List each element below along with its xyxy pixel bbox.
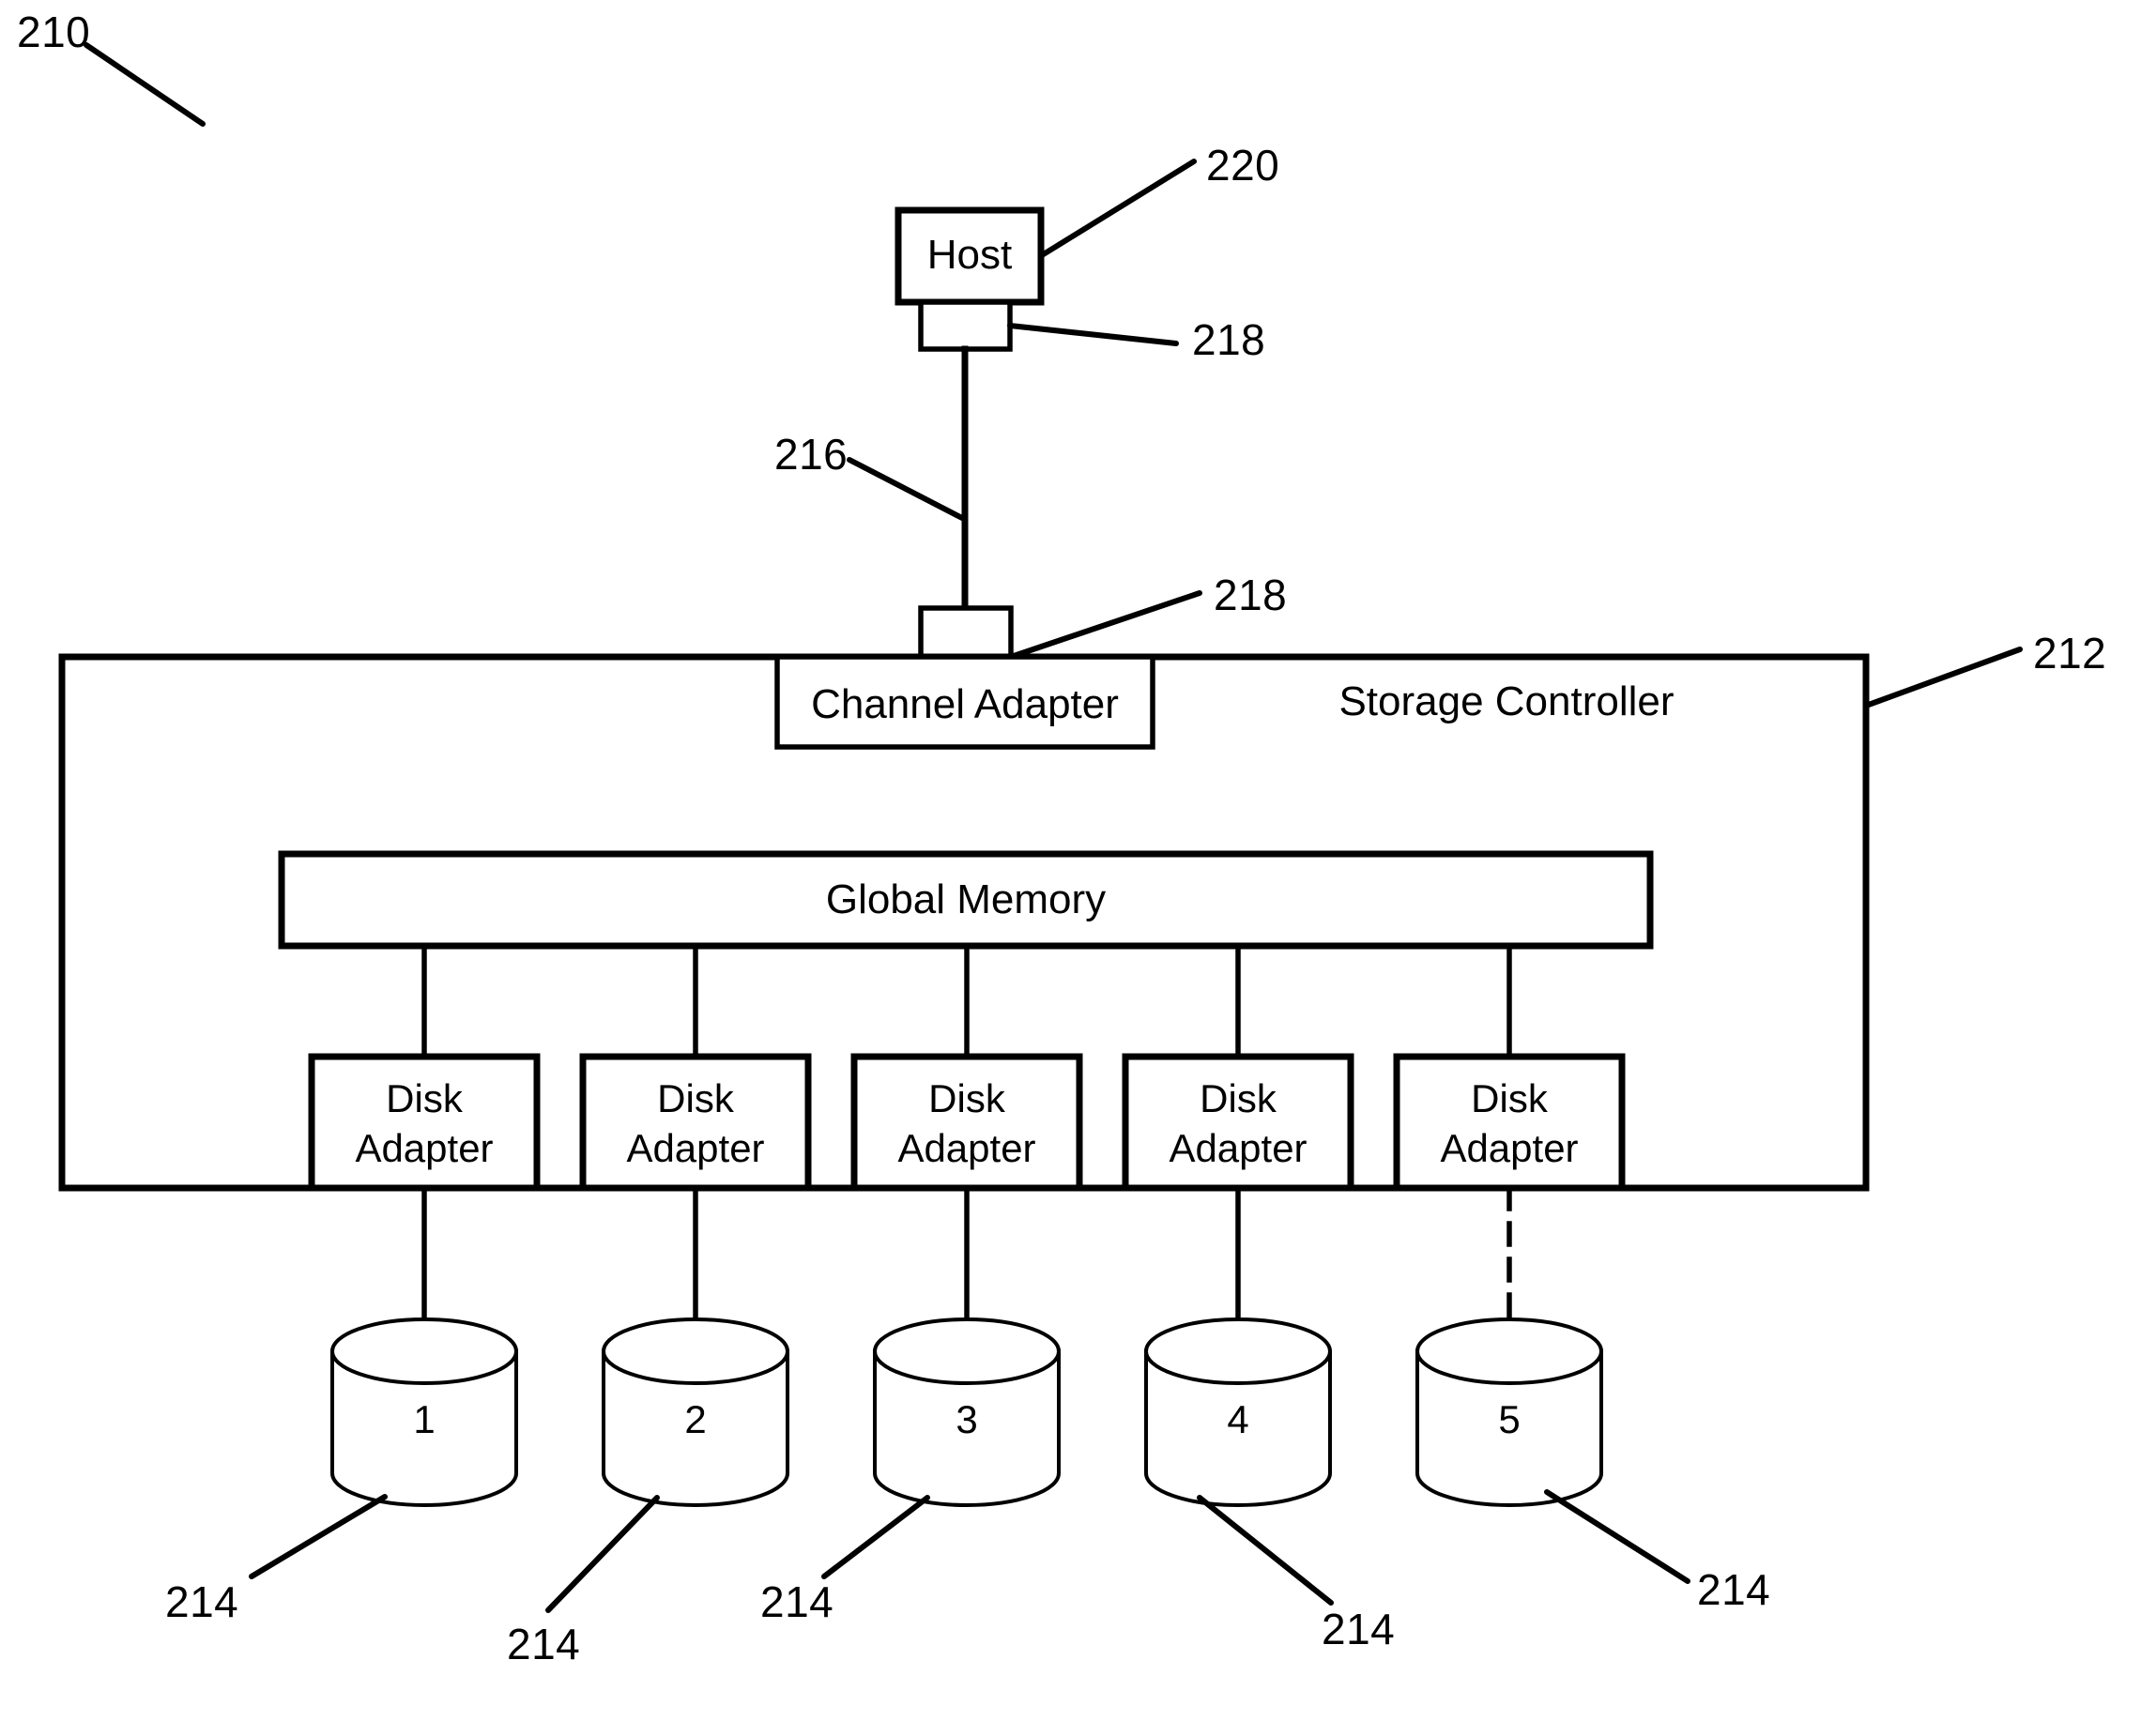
disk-adapter-1: Disk Adapter — [308, 1053, 541, 1192]
controller-adapter-box — [918, 605, 1014, 660]
host-adapter-box — [918, 299, 1013, 352]
host-label: Host — [927, 232, 1012, 278]
ref-214-label-3: 214 — [760, 1577, 833, 1626]
disk-adapter-3-line2: Adapter — [897, 1126, 1035, 1170]
disk-adapter-5: Disk Adapter — [1393, 1053, 1626, 1192]
disk-cylinder-4: 4 — [1144, 1317, 1332, 1507]
ref-214-label-1: 214 — [165, 1577, 238, 1626]
disk-adapter-4-line2: Adapter — [1169, 1126, 1307, 1170]
disk-4-number: 4 — [1227, 1397, 1248, 1441]
ref-216-leader — [847, 457, 967, 522]
ref-214-label-5: 214 — [1697, 1565, 1770, 1614]
ref-218-top-leader — [1007, 323, 1179, 346]
disk-adapter-1-line1: Disk — [386, 1076, 464, 1120]
global-memory-label: Global Memory — [826, 876, 1106, 922]
ref-220-leader — [1039, 159, 1197, 258]
ref-214-leader-3 — [821, 1495, 930, 1579]
ref-214-leader-2 — [545, 1495, 660, 1613]
disk-cylinder-5: 5 — [1415, 1317, 1603, 1507]
disk-cylinder-3: 3 — [873, 1317, 1061, 1507]
ref-210-leader — [84, 42, 206, 127]
ref-218-top-label: 218 — [1192, 315, 1265, 364]
disk-adapter-3: Disk Adapter — [850, 1053, 1083, 1192]
disk-2-number: 2 — [684, 1397, 706, 1441]
ref-218-bottom-label: 218 — [1214, 571, 1287, 619]
disk-cylinder-2: 2 — [602, 1317, 789, 1507]
disk-3-number: 3 — [956, 1397, 977, 1441]
disk-adapter-4-line1: Disk — [1200, 1076, 1277, 1120]
disk-adapter-1-line2: Adapter — [355, 1126, 493, 1170]
patent-figure-diagram: 210 Host 220 218 216 218 Storage Control… — [17, 8, 2106, 1668]
ref-214-label-2: 214 — [507, 1620, 580, 1668]
figure-canvas: 210 Host 220 218 216 218 Storage Control… — [0, 0, 2141, 1736]
disk-adapter-2-line1: Disk — [657, 1076, 735, 1120]
storage-controller-label: Storage Controller — [1338, 678, 1674, 724]
disk-adapter-2-line2: Adapter — [626, 1126, 764, 1170]
disk-adapter-5-line2: Adapter — [1440, 1126, 1578, 1170]
disk-1-number: 1 — [413, 1397, 435, 1441]
disk-adapter-2: Disk Adapter — [579, 1053, 812, 1192]
ref-218-bottom-leader — [1008, 590, 1202, 660]
ref-214-leader-1 — [249, 1494, 388, 1579]
disk-5-number: 5 — [1498, 1397, 1520, 1441]
disk-cylinder-1: 1 — [330, 1317, 518, 1507]
ref-210-label: 210 — [17, 8, 90, 56]
channel-adapter-label: Channel Adapter — [811, 681, 1119, 727]
ref-214-label-4: 214 — [1322, 1605, 1395, 1653]
disk-adapter-4: Disk Adapter — [1122, 1053, 1354, 1192]
disk-adapter-3-line1: Disk — [928, 1076, 1006, 1120]
ref-220-label: 220 — [1206, 141, 1279, 190]
disk-adapter-5-line1: Disk — [1471, 1076, 1549, 1120]
ref-212-leader — [1863, 647, 2023, 708]
ref-214-leader-5 — [1544, 1489, 1690, 1584]
ref-216-label: 216 — [774, 430, 848, 479]
ref-212-label: 212 — [2033, 629, 2106, 678]
ref-214-leader-4 — [1197, 1495, 1334, 1606]
